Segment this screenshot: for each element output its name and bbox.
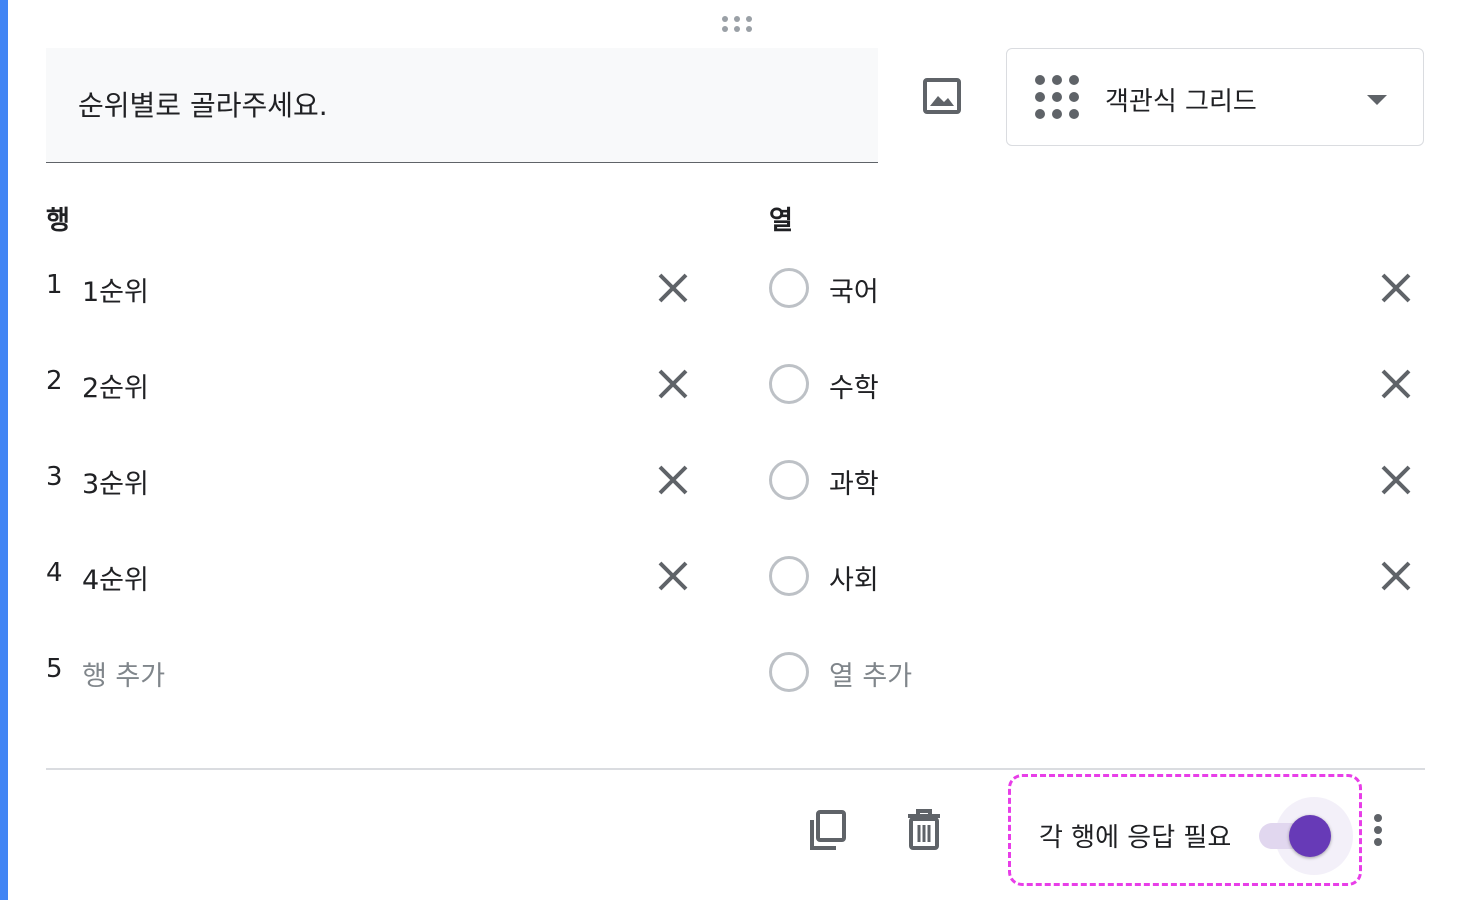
row-label-field[interactable]: 2순위 <box>82 366 149 405</box>
column-label-field[interactable]: 수학 <box>829 366 879 405</box>
question-type-label: 객관식 그리드 <box>1105 87 1257 117</box>
column-label-field[interactable]: 과학 <box>829 462 879 501</box>
copy-icon <box>810 810 846 850</box>
add-column-button[interactable]: 열 추가 <box>829 654 912 693</box>
radio-circle-icon <box>769 556 809 596</box>
question-card: 순위별로 골라주세요. 객관식 그리드 행 1 1순위 2 2순위 3 3순위 <box>0 0 1468 900</box>
add-image-button[interactable] <box>918 72 966 120</box>
required-toggle-group: 각 행에 응답 필요 <box>1008 774 1362 886</box>
grid-dots-icon <box>1035 75 1079 119</box>
columns-header: 열 <box>769 206 793 236</box>
close-icon <box>658 561 688 591</box>
remove-column-button[interactable] <box>1376 268 1416 308</box>
remove-column-button[interactable] <box>1376 364 1416 404</box>
row-number: 1 <box>46 270 63 300</box>
remove-column-button[interactable] <box>1376 460 1416 500</box>
remove-column-button[interactable] <box>1376 556 1416 596</box>
close-icon <box>658 273 688 303</box>
close-icon <box>1381 273 1411 303</box>
row-label-field[interactable]: 3순위 <box>82 462 149 501</box>
close-icon <box>658 369 688 399</box>
footer-divider <box>46 768 1425 770</box>
delete-button[interactable] <box>900 806 948 854</box>
close-icon <box>1381 465 1411 495</box>
row-label-field[interactable]: 4순위 <box>82 558 149 597</box>
question-type-dropdown[interactable]: 객관식 그리드 <box>1006 48 1424 146</box>
more-options-icon[interactable] <box>1364 810 1392 850</box>
row-number: 4 <box>46 558 63 588</box>
row-number: 3 <box>46 462 63 492</box>
row-number: 2 <box>46 366 63 396</box>
radio-circle-icon <box>769 460 809 500</box>
radio-circle-icon <box>769 364 809 404</box>
close-icon <box>1381 369 1411 399</box>
column-label-field[interactable]: 국어 <box>829 270 879 309</box>
toggle-thumb <box>1289 815 1331 857</box>
remove-row-button[interactable] <box>653 268 693 308</box>
radio-circle-icon <box>769 652 809 692</box>
chevron-down-icon <box>1367 95 1387 105</box>
question-title[interactable]: 순위별로 골라주세요. <box>78 84 328 124</box>
column-label-field[interactable]: 사회 <box>829 558 879 597</box>
radio-circle-icon <box>769 268 809 308</box>
focus-accent-bar <box>0 0 8 900</box>
required-label: 각 행에 응답 필요 <box>1039 823 1232 853</box>
duplicate-button[interactable] <box>804 806 852 854</box>
drag-handle-icon[interactable] <box>720 14 754 34</box>
remove-row-button[interactable] <box>653 460 693 500</box>
remove-row-button[interactable] <box>653 556 693 596</box>
rows-header: 행 <box>46 206 70 236</box>
trash-icon <box>908 809 940 850</box>
question-title-field[interactable]: 순위별로 골라주세요. <box>46 48 878 163</box>
close-icon <box>1381 561 1411 591</box>
image-icon <box>923 78 961 114</box>
row-number: 5 <box>46 654 63 684</box>
remove-row-button[interactable] <box>653 364 693 404</box>
close-icon <box>658 465 688 495</box>
row-label-field[interactable]: 1순위 <box>82 270 149 309</box>
add-row-button[interactable]: 행 추가 <box>82 654 165 693</box>
required-toggle[interactable] <box>1255 797 1353 875</box>
